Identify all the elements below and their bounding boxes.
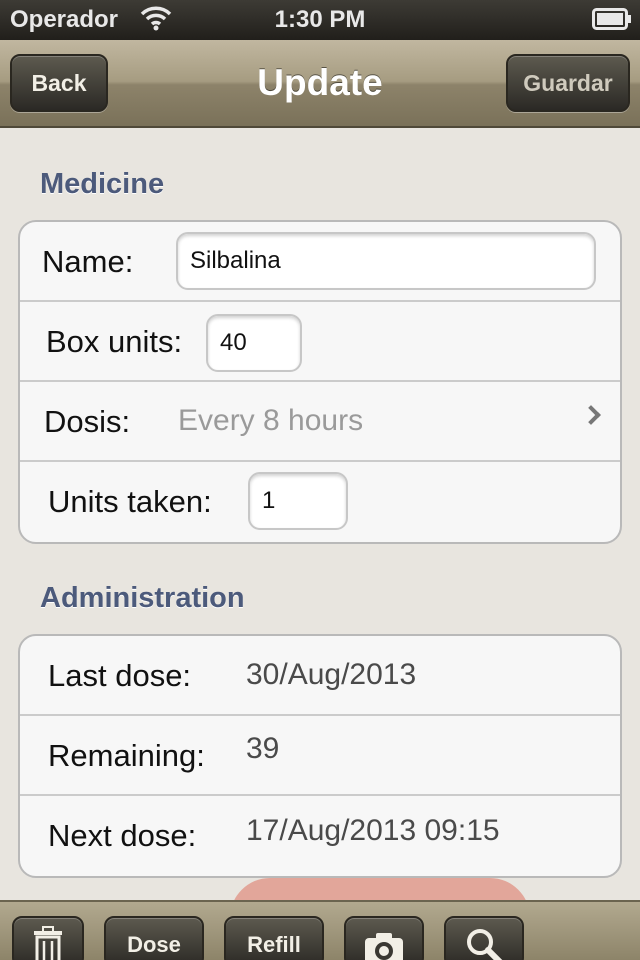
- clock: 1:30 PM: [274, 6, 366, 33]
- search-button[interactable]: [444, 916, 524, 960]
- remaining-label: Remaining:: [48, 738, 205, 773]
- name-label: Name:: [42, 244, 134, 279]
- navigation-bar: Back Update Guardar: [0, 40, 640, 128]
- dose-button[interactable]: Dose: [104, 916, 204, 960]
- camera-button[interactable]: [344, 916, 424, 960]
- box-units-field[interactable]: 40: [206, 314, 302, 372]
- dosis-row[interactable]: Dosis: Every 8 hours: [20, 382, 620, 462]
- status-bar: Operador 1:30 PM: [0, 0, 640, 40]
- search-icon: [464, 926, 504, 960]
- units-taken-field[interactable]: 1: [248, 472, 348, 530]
- next-dose-value: 17/Aug/2013 09:15: [246, 814, 500, 847]
- last-dose-label: Last dose:: [48, 658, 192, 693]
- battery-icon: [592, 8, 632, 37]
- administration-group: Last dose: 30/Aug/2013 Remaining: 39 Nex…: [18, 634, 622, 878]
- trash-icon: [33, 926, 63, 960]
- background-decoration: [230, 878, 530, 900]
- name-field[interactable]: Silbalina: [176, 232, 596, 290]
- section-header-medicine: Medicine: [40, 168, 165, 200]
- name-row: Name: Silbalina: [20, 222, 620, 302]
- remaining-value: 39: [246, 732, 280, 765]
- bottom-toolbar: Dose Refill: [0, 900, 640, 960]
- section-header-administration: Administration: [40, 582, 245, 614]
- medicine-group: Name: Silbalina Box units: 40 Dosis: Eve…: [18, 220, 622, 544]
- next-dose-row: Next dose: 17/Aug/2013 09:15: [20, 796, 620, 876]
- chevron-right-icon: [581, 405, 601, 425]
- camera-icon: [363, 930, 405, 960]
- units-taken-label: Units taken:: [48, 484, 212, 519]
- delete-button[interactable]: [12, 916, 84, 960]
- refill-button[interactable]: Refill: [224, 916, 324, 960]
- box-units-label: Box units:: [46, 324, 183, 359]
- save-button[interactable]: Guardar: [506, 54, 630, 112]
- box-units-row: Box units: 40: [20, 302, 620, 382]
- last-dose-row: Last dose: 30/Aug/2013: [20, 636, 620, 716]
- dosis-label: Dosis:: [44, 404, 131, 439]
- dosis-value: Every 8 hours: [178, 404, 364, 437]
- units-taken-row: Units taken: 1: [20, 462, 620, 542]
- form-content[interactable]: Medicine Name: Silbalina Box units: 40 D…: [0, 130, 640, 900]
- next-dose-label: Next dose:: [48, 818, 197, 853]
- last-dose-value: 30/Aug/2013: [246, 658, 417, 691]
- remaining-row: Remaining: 39: [20, 716, 620, 796]
